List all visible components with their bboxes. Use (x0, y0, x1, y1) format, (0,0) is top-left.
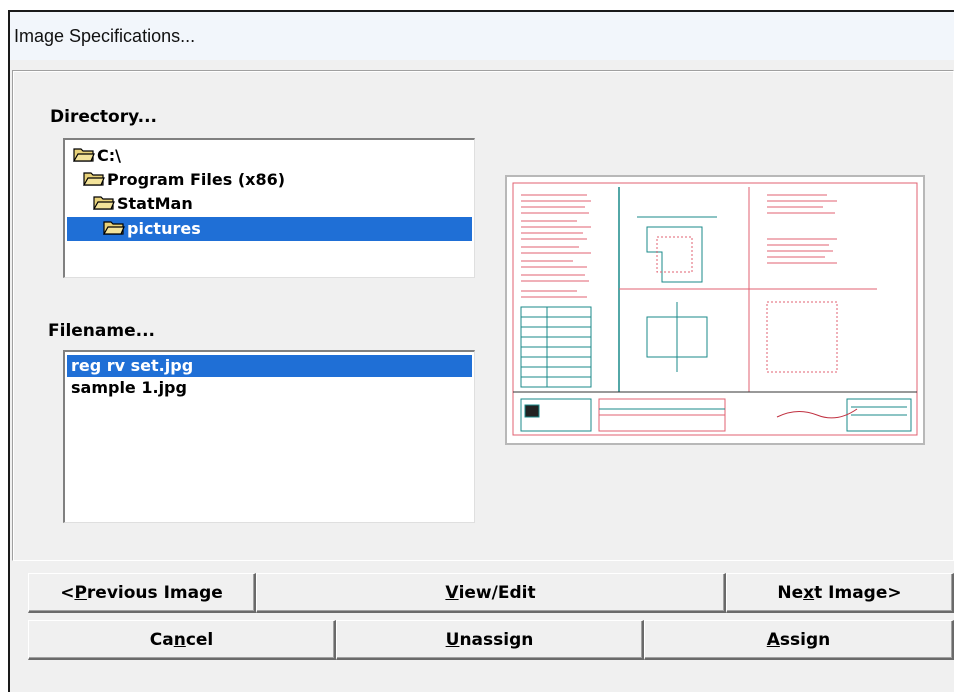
unassign-button[interactable]: Unassign (336, 620, 644, 660)
assign-button[interactable]: Assign (644, 620, 954, 660)
file-item-sample-1[interactable]: sample 1.jpg (67, 377, 472, 399)
open-folder-icon (72, 145, 95, 169)
directory-item-pictures[interactable]: pictures (67, 217, 472, 241)
directory-label: Directory... (50, 107, 158, 127)
filename-list[interactable]: reg rv set.jpg sample 1.jpg (63, 350, 475, 523)
open-folder-icon (82, 169, 105, 193)
directory-item-statman[interactable]: StatMan (67, 192, 472, 216)
title-bar: Image Specifications... (10, 12, 954, 60)
directory-item-label: C:\ (97, 146, 121, 165)
directory-item-label: StatMan (117, 194, 193, 213)
window-title: Image Specifications... (14, 26, 196, 46)
directory-item-program-files[interactable]: Program Files (x86) (67, 168, 472, 192)
file-item-reg-rv-set[interactable]: reg rv set.jpg (67, 355, 472, 377)
directory-item-c[interactable]: C:\ (67, 144, 472, 168)
directory-list[interactable]: C:\ Program Files (x86) StatMan pictures (63, 138, 475, 278)
image-preview (505, 175, 925, 445)
open-folder-icon (102, 218, 125, 242)
previous-image-button[interactable]: < Previous Image (28, 573, 256, 613)
next-image-button[interactable]: Ne x t Image> (726, 573, 954, 613)
image-specifications-dialog: Image Specifications... Directory... C:\… (8, 10, 954, 692)
filename-label: Filename... (48, 321, 155, 341)
directory-item-label: pictures (127, 219, 201, 238)
cancel-button[interactable]: Ca n cel (28, 620, 336, 660)
directory-item-label: Program Files (x86) (107, 170, 286, 189)
open-folder-icon (92, 193, 115, 217)
view-edit-button[interactable]: View/Edit (256, 573, 726, 613)
drawing-thumbnail (512, 182, 918, 436)
